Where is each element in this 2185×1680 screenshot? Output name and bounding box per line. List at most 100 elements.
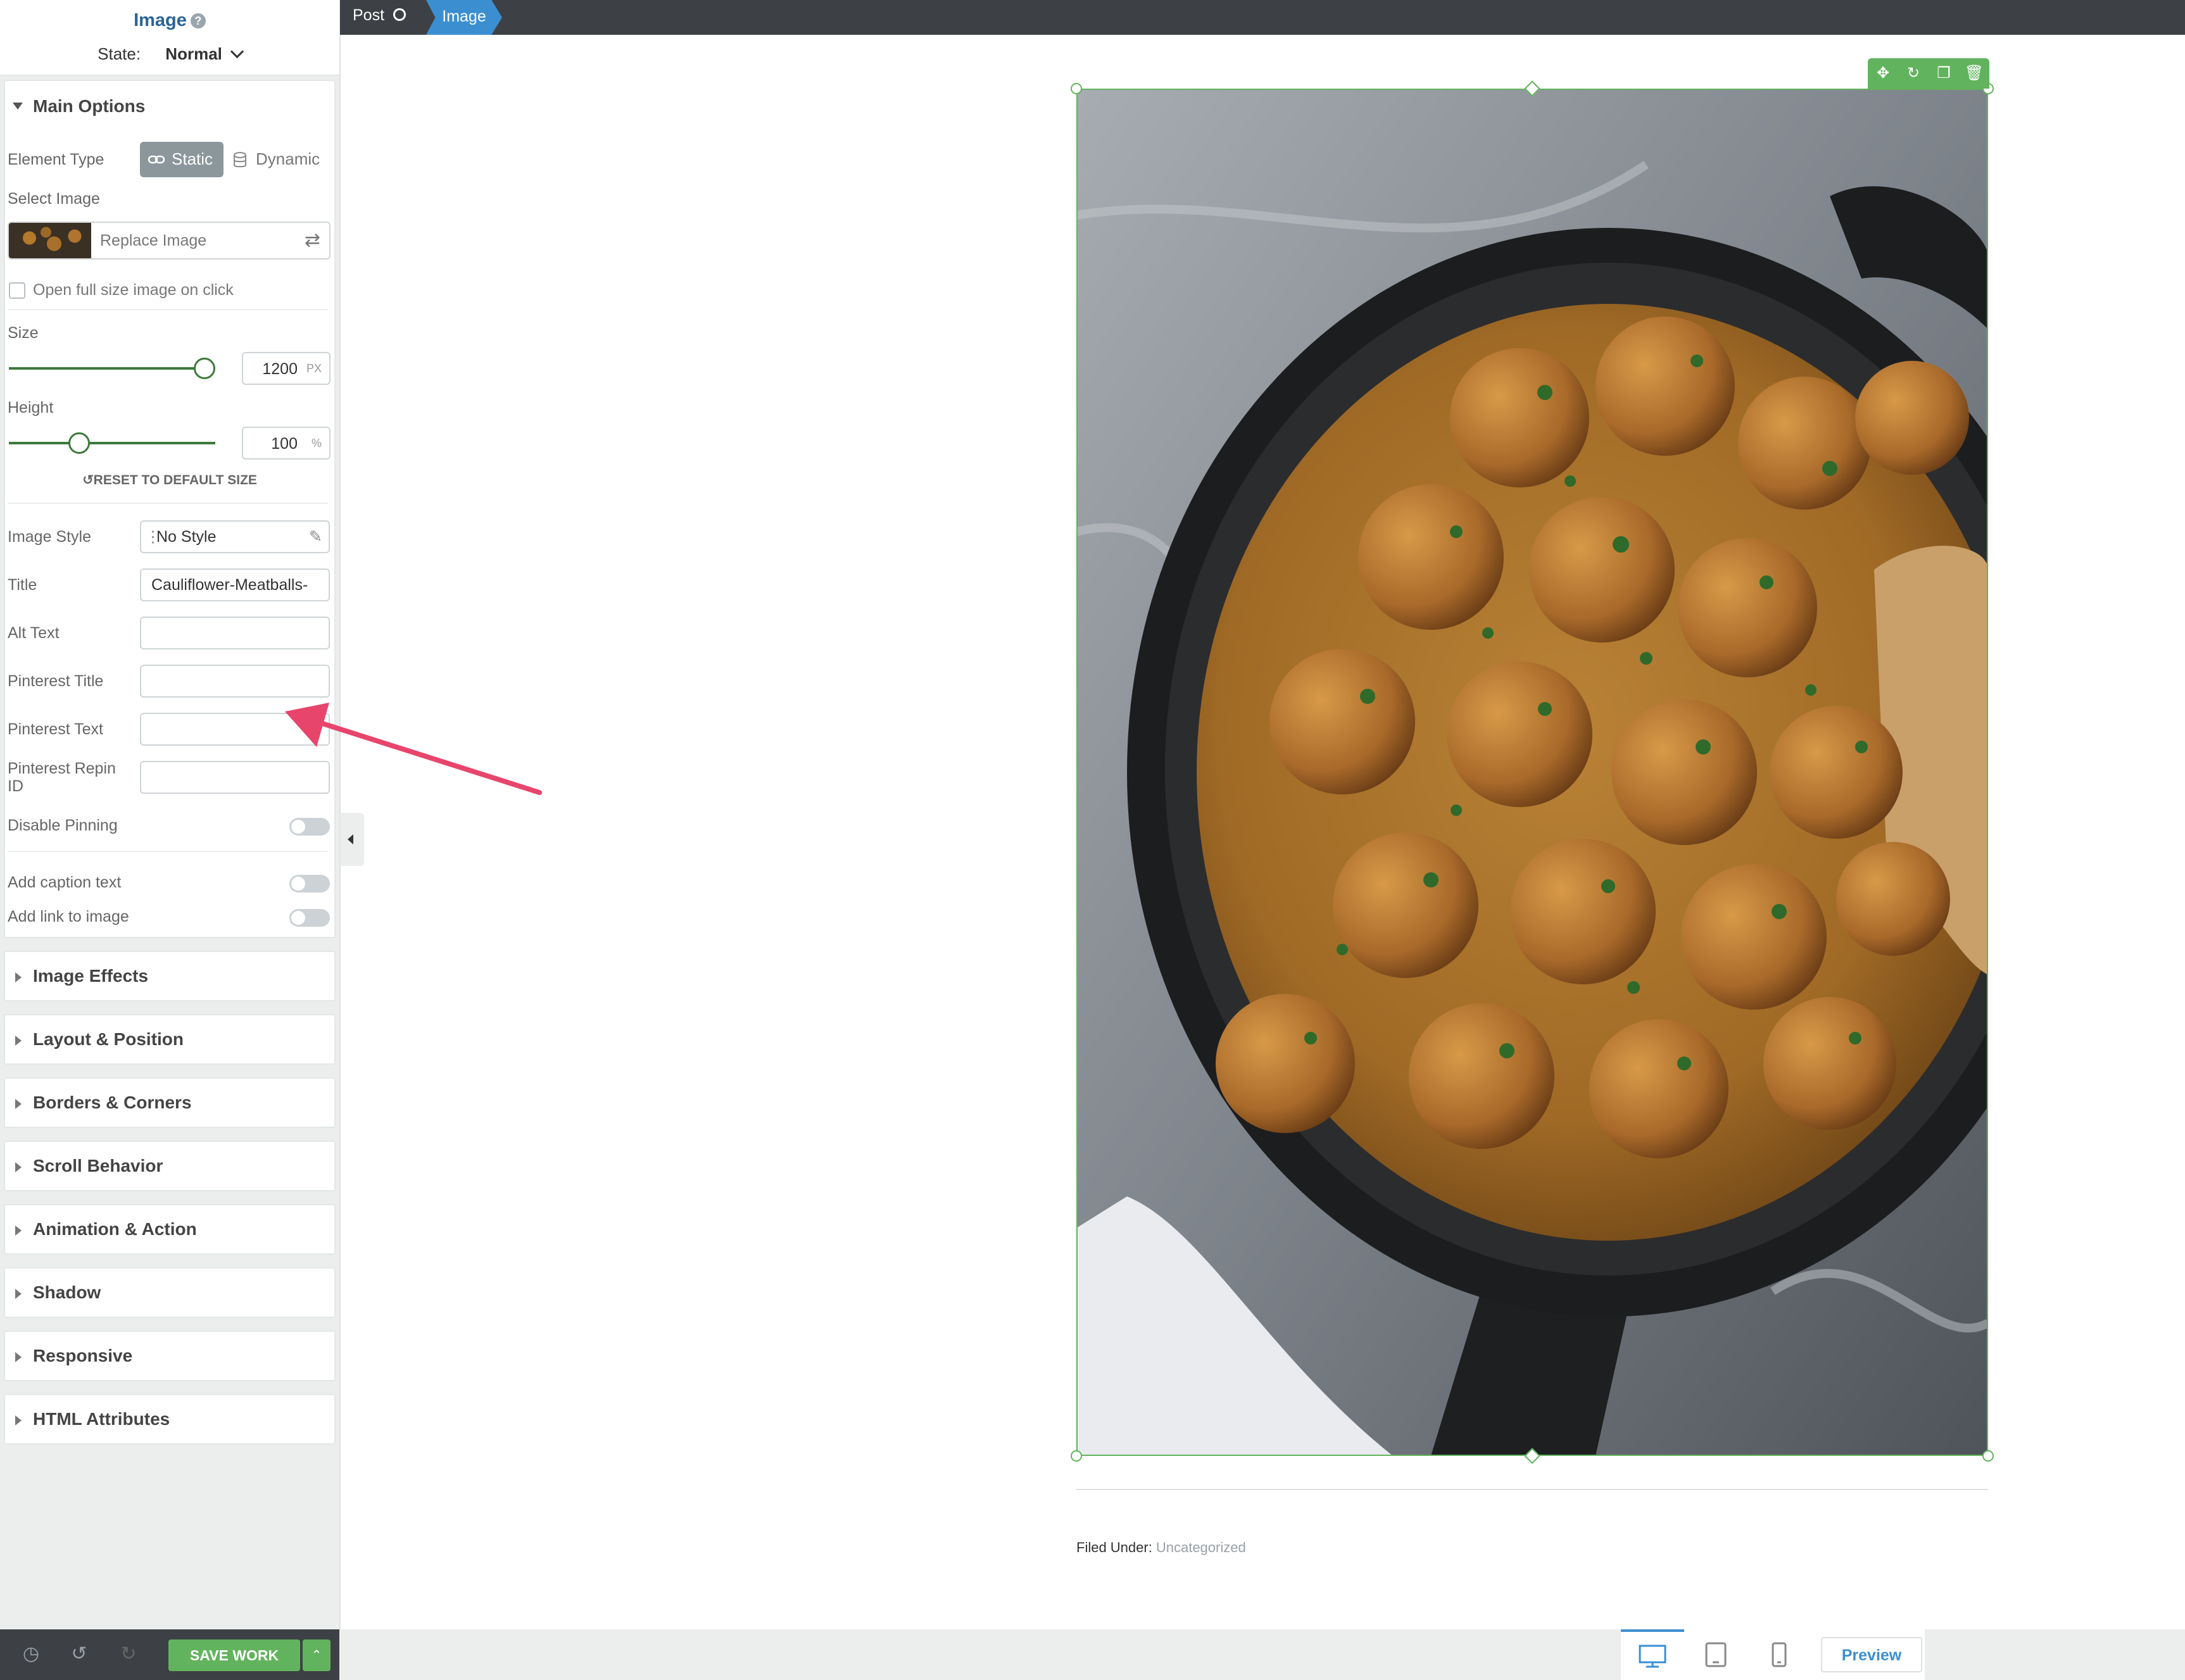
caret-right-icon xyxy=(15,1226,22,1236)
section-borders-corners[interactable]: Borders & Corners xyxy=(4,1077,336,1128)
open-full-size-checkbox[interactable] xyxy=(9,282,25,299)
caret-right-icon xyxy=(15,1289,22,1299)
size-slider-track[interactable] xyxy=(9,367,215,370)
section-layout-position[interactable]: Layout & Position xyxy=(4,1014,336,1065)
mobile-view-button[interactable] xyxy=(1747,1629,1811,1680)
pinterest-title-input[interactable] xyxy=(140,665,330,698)
database-icon xyxy=(234,152,246,168)
drag-dots-icon: ⋮ xyxy=(145,528,161,546)
selected-image[interactable] xyxy=(1076,89,1988,1456)
divider xyxy=(8,503,328,504)
section-responsive[interactable]: Responsive xyxy=(4,1331,336,1381)
section-scroll-behavior[interactable]: Scroll Behavior xyxy=(4,1141,336,1191)
add-link-toggle[interactable] xyxy=(289,909,330,927)
main-options-title[interactable]: Main Options xyxy=(33,96,145,116)
dynamic-label: Dynamic xyxy=(256,149,320,168)
replace-image-label: Replace Image xyxy=(100,232,207,249)
breadcrumb-post[interactable]: Post xyxy=(353,6,406,25)
collapse-sidebar-button[interactable] xyxy=(340,813,364,866)
static-label: Static xyxy=(172,149,213,168)
resize-handle[interactable] xyxy=(1982,1450,1994,1462)
size-slider-knob[interactable] xyxy=(194,358,215,379)
section-animation-action[interactable]: Animation & Action xyxy=(4,1204,336,1255)
dynamic-button[interactable]: Dynamic xyxy=(230,142,332,177)
trash-icon[interactable]: 🗑 xyxy=(1959,58,1989,89)
image-style-label: Image Style xyxy=(8,528,92,546)
image-style-select[interactable]: ⋮ No Style ✎ xyxy=(140,520,330,553)
state-selector[interactable]: State: Normal xyxy=(0,44,339,64)
divider xyxy=(1076,1489,1988,1490)
rotate-icon[interactable]: ↻ xyxy=(1898,58,1929,89)
history-icon[interactable]: ◷ xyxy=(20,1643,42,1665)
redo-icon[interactable]: ↻ xyxy=(118,1643,139,1665)
caret-right-icon xyxy=(15,972,22,982)
duplicate-icon[interactable]: ❐ xyxy=(1929,58,1959,89)
save-options-button[interactable]: ⌃ xyxy=(303,1639,331,1671)
tablet-view-button[interactable] xyxy=(1684,1629,1747,1680)
chevron-down-icon xyxy=(230,44,244,59)
desktop-icon xyxy=(1639,1645,1666,1668)
meatballs-photo xyxy=(1078,90,1987,1455)
open-full-size-label: Open full size image on click xyxy=(33,281,234,299)
disable-pinning-label: Disable Pinning xyxy=(8,817,118,834)
alt-text-input[interactable] xyxy=(140,617,330,649)
resize-handle[interactable] xyxy=(1071,83,1082,94)
caret-right-icon xyxy=(15,1162,22,1172)
title-input[interactable]: Cauliflower-Meatballs- xyxy=(140,568,330,601)
select-image-label: Select Image xyxy=(8,190,100,208)
pencil-icon[interactable]: ✎ xyxy=(309,522,322,552)
tablet-icon xyxy=(1705,1642,1727,1667)
divider xyxy=(8,309,328,310)
resize-handle[interactable] xyxy=(1071,1450,1082,1462)
static-button[interactable]: Static xyxy=(140,142,224,177)
undo-icon[interactable]: ↺ xyxy=(68,1643,90,1665)
pinterest-text-label: Pinterest Text xyxy=(8,720,104,738)
caret-right-icon xyxy=(15,1099,22,1109)
preview-button[interactable]: Preview xyxy=(1821,1637,1922,1672)
gear-icon[interactable] xyxy=(393,8,406,22)
size-input[interactable]: 1200 PX xyxy=(242,352,331,385)
state-value[interactable]: Normal xyxy=(165,44,222,63)
add-caption-toggle[interactable] xyxy=(289,875,330,893)
add-caption-label: Add caption text xyxy=(8,874,122,891)
pinterest-repin-label: Pinterest Repin ID xyxy=(8,760,116,795)
bottom-bar-left: ◷ ↺ ↻ SAVE WORK ⌃ xyxy=(0,1629,339,1680)
caret-right-icon xyxy=(15,1415,22,1426)
reset-size-button[interactable]: ↺RESET TO DEFAULT SIZE xyxy=(0,472,339,488)
height-label: Height xyxy=(8,399,54,417)
element-type-label: Element Type xyxy=(8,151,104,168)
pinterest-title-label: Pinterest Title xyxy=(8,672,104,690)
title-label: Title xyxy=(8,576,37,594)
element-toolbar: ✥ ↻ ❐ 🗑 xyxy=(1868,58,1989,89)
section-image-effects[interactable]: Image Effects xyxy=(4,951,336,1001)
category-link[interactable]: Uncategorized xyxy=(1156,1539,1246,1555)
disable-pinning-toggle[interactable] xyxy=(289,818,330,836)
help-icon[interactable]: ? xyxy=(190,13,206,29)
height-slider-knob[interactable] xyxy=(68,432,90,454)
filed-under: Filed Under: Uncategorized xyxy=(1076,1539,1246,1555)
alt-text-label: Alt Text xyxy=(8,624,60,642)
reset-icon: ↺ xyxy=(82,473,94,487)
caret-right-icon xyxy=(15,1036,22,1046)
chevron-up-icon: ⌃ xyxy=(311,1648,322,1662)
breadcrumb-image[interactable]: Image xyxy=(426,0,502,35)
save-work-button[interactable]: SAVE WORK xyxy=(168,1639,300,1671)
caret-down-icon[interactable] xyxy=(13,103,23,110)
height-input[interactable]: 100 % xyxy=(242,427,331,460)
mobile-icon xyxy=(1772,1642,1787,1667)
annotation-arrow xyxy=(285,703,542,795)
replace-image-field[interactable]: Replace Image ⇄ xyxy=(8,222,331,260)
size-label: Size xyxy=(8,324,39,342)
caret-right-icon xyxy=(15,1352,22,1362)
add-link-label: Add link to image xyxy=(8,908,129,925)
divider xyxy=(8,851,328,852)
desktop-view-button[interactable] xyxy=(1621,1629,1684,1680)
swap-icon[interactable]: ⇄ xyxy=(305,229,320,251)
link-icon xyxy=(148,155,165,164)
state-label: State: xyxy=(98,44,141,63)
move-icon[interactable]: ✥ xyxy=(1868,58,1898,89)
section-html-attributes[interactable]: HTML Attributes xyxy=(4,1394,336,1445)
section-shadow[interactable]: Shadow xyxy=(4,1267,336,1318)
sidebar-header: Image? State: Normal xyxy=(0,0,339,76)
height-slider-track[interactable] xyxy=(9,442,215,444)
